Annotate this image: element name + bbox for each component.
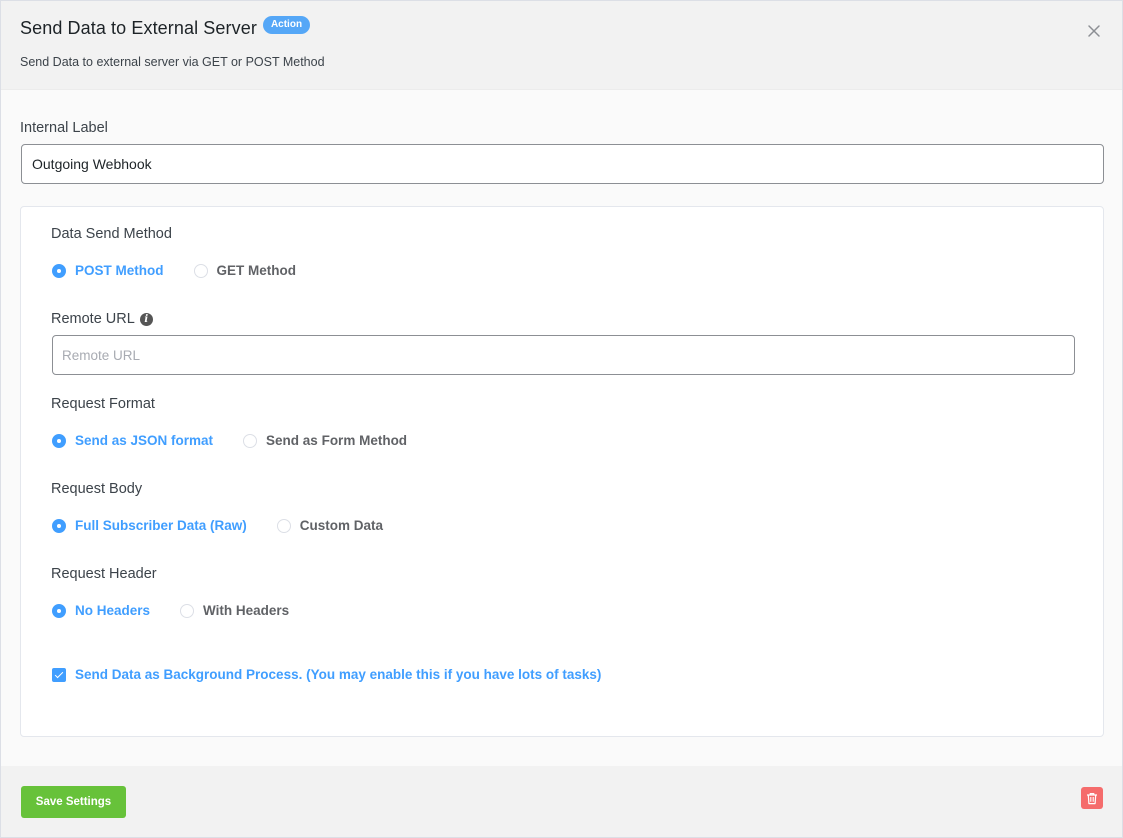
radio-with-headers-circle[interactable] — [180, 603, 195, 618]
radio-with-headers-label: With Headers — [203, 603, 290, 618]
radio-form-method-label: Send as Form Method — [266, 433, 408, 448]
radio-post-method-circle[interactable] — [52, 263, 66, 278]
remote-url-input[interactable] — [52, 335, 1075, 375]
radio-form-method-circle[interactable] — [243, 433, 258, 448]
request-format-group: Send as JSON format Send as Form Method — [52, 433, 437, 448]
radio-no-headers-label: No Headers — [75, 603, 151, 618]
internal-label-title: Internal Label — [20, 120, 108, 136]
modal-header: Send Data to External Server Action Send… — [1, 1, 1122, 90]
remote-url-label-text: Remote URL — [51, 311, 135, 327]
radio-post-method-label: POST Method — [75, 263, 164, 278]
data-send-method-group: POST Method GET Method — [52, 263, 326, 278]
trash-icon — [1087, 792, 1097, 804]
background-process-checkbox[interactable] — [52, 667, 66, 682]
radio-no-headers[interactable]: No Headers — [52, 603, 150, 618]
save-settings-button[interactable]: Save Settings — [21, 786, 126, 818]
radio-json-format[interactable]: Send as JSON format — [52, 433, 213, 448]
request-body-group: Full Subscriber Data (Raw) Custom Data — [52, 518, 413, 533]
remote-url-label: Remote URL i — [51, 311, 153, 327]
modal-footer: Save Settings — [1, 766, 1122, 837]
background-process-label: Send Data as Background Process. (You ma… — [75, 667, 602, 682]
radio-form-method[interactable]: Send as Form Method — [243, 433, 407, 448]
action-badge: Action — [262, 15, 311, 34]
request-header-group: No Headers With Headers — [52, 603, 319, 618]
radio-get-method-label: GET Method — [216, 263, 297, 278]
radio-json-format-circle[interactable] — [52, 433, 66, 448]
radio-full-subscriber-data[interactable]: Full Subscriber Data (Raw) — [52, 518, 247, 533]
radio-full-subscriber-data-label: Full Subscriber Data (Raw) — [75, 518, 247, 533]
data-send-method-label: Data Send Method — [51, 226, 172, 242]
modal-subtitle: Send Data to external server via GET or … — [20, 55, 325, 69]
request-header-label: Request Header — [51, 566, 157, 582]
radio-get-method[interactable]: GET Method — [193, 263, 297, 278]
radio-custom-data-circle[interactable] — [276, 518, 291, 533]
request-format-label: Request Format — [51, 396, 155, 412]
title-row: Send Data to External Server Action — [20, 15, 311, 39]
radio-full-subscriber-data-circle[interactable] — [52, 518, 66, 533]
radio-get-method-circle[interactable] — [193, 263, 208, 278]
delete-button[interactable] — [1081, 787, 1103, 809]
action-settings-modal: Send Data to External Server Action Send… — [0, 0, 1123, 838]
settings-card: Data Send Method POST Method GET Method … — [20, 206, 1104, 737]
modal-title: Send Data to External Server — [20, 18, 257, 38]
radio-no-headers-circle[interactable] — [52, 603, 66, 618]
radio-with-headers[interactable]: With Headers — [180, 603, 289, 618]
background-process-checkbox-row[interactable]: Send Data as Background Process. (You ma… — [52, 667, 601, 682]
info-icon[interactable]: i — [139, 313, 153, 326]
internal-label-input[interactable] — [21, 144, 1104, 184]
request-body-label: Request Body — [51, 481, 143, 497]
radio-custom-data[interactable]: Custom Data — [276, 518, 384, 533]
radio-json-format-label: Send as JSON format — [75, 433, 214, 448]
radio-post-method[interactable]: POST Method — [52, 263, 164, 278]
close-icon[interactable] — [1085, 22, 1103, 40]
radio-custom-data-label: Custom Data — [299, 518, 384, 533]
